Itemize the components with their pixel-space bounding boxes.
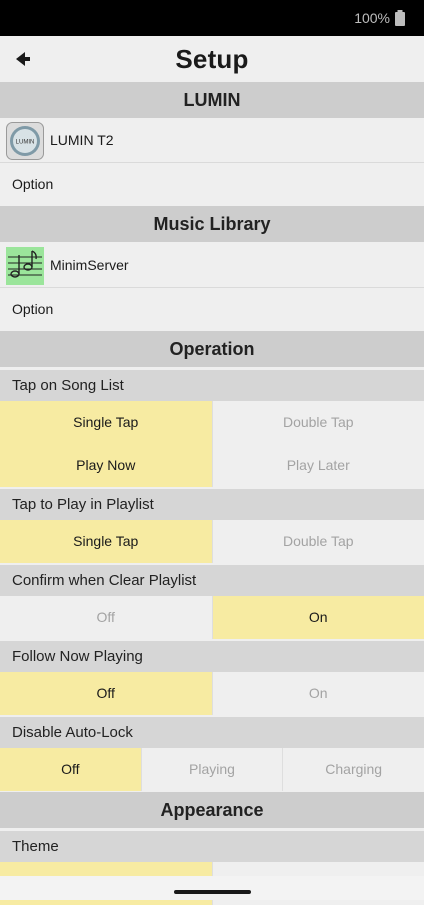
tap-song-list-play-now[interactable]: Play Now (0, 444, 213, 487)
follow-now-playing-off[interactable]: Off (0, 672, 213, 715)
svg-text:LUMIN: LUMIN (16, 140, 35, 146)
tap-song-list-double-tap[interactable]: Double Tap (213, 401, 424, 444)
auto-lock-off[interactable]: Off (0, 748, 142, 791)
battery-percent: 100% (354, 10, 390, 26)
top-bar: Setup (0, 36, 424, 82)
lumin-device-icon: LUMIN (6, 122, 44, 160)
follow-now-playing-on[interactable]: On (213, 672, 424, 715)
tap-song-list-tap-selector: Single Tap Double Tap (0, 401, 424, 444)
lumin-option-row[interactable]: Option (0, 162, 424, 204)
music-library-option-label: Option (12, 301, 53, 317)
auto-lock-playing[interactable]: Playing (142, 748, 284, 791)
section-operation: Operation (0, 331, 424, 367)
tap-song-list-play-selector: Play Now Play Later (0, 444, 424, 487)
auto-lock-charging[interactable]: Charging (283, 748, 424, 791)
page-title: Setup (0, 44, 424, 75)
home-handle[interactable] (174, 890, 251, 894)
battery-icon (394, 10, 406, 26)
lumin-option-label: Option (12, 176, 53, 192)
tap-playlist-single-tap[interactable]: Single Tap (0, 520, 213, 563)
confirm-clear-on[interactable]: On (213, 596, 424, 639)
tap-song-list-play-later[interactable]: Play Later (213, 444, 424, 487)
follow-now-playing-label: Follow Now Playing (0, 641, 424, 673)
tap-playlist-label: Tap to Play in Playlist (0, 489, 424, 521)
confirm-clear-label: Confirm when Clear Playlist (0, 565, 424, 597)
tap-song-list-label: Tap on Song List (0, 370, 424, 402)
section-music-library: Music Library (0, 206, 424, 242)
theme-label: Theme (0, 831, 424, 863)
music-note-icon (6, 247, 44, 285)
disable-auto-lock-selector: Off Playing Charging (0, 748, 424, 791)
tap-playlist-double-tap[interactable]: Double Tap (213, 520, 424, 563)
tap-song-list-single-tap[interactable]: Single Tap (0, 401, 213, 444)
tap-playlist-selector: Single Tap Double Tap (0, 520, 424, 563)
music-library-option-row[interactable]: Option (0, 287, 424, 329)
confirm-clear-selector: Off On (0, 596, 424, 639)
follow-now-playing-selector: Off On (0, 672, 424, 715)
status-bar: 100% (0, 0, 424, 36)
section-appearance: Appearance (0, 792, 424, 828)
lumin-device-row[interactable]: LUMIN LUMIN T2 (0, 118, 424, 162)
music-server-row[interactable]: MinimServer (0, 243, 424, 287)
lumin-device-name: LUMIN T2 (50, 132, 114, 148)
confirm-clear-off[interactable]: Off (0, 596, 213, 639)
disable-auto-lock-label: Disable Auto-Lock (0, 717, 424, 749)
music-server-name: MinimServer (50, 257, 129, 273)
gesture-nav-bar (0, 876, 424, 900)
section-lumin: LUMIN (0, 82, 424, 118)
